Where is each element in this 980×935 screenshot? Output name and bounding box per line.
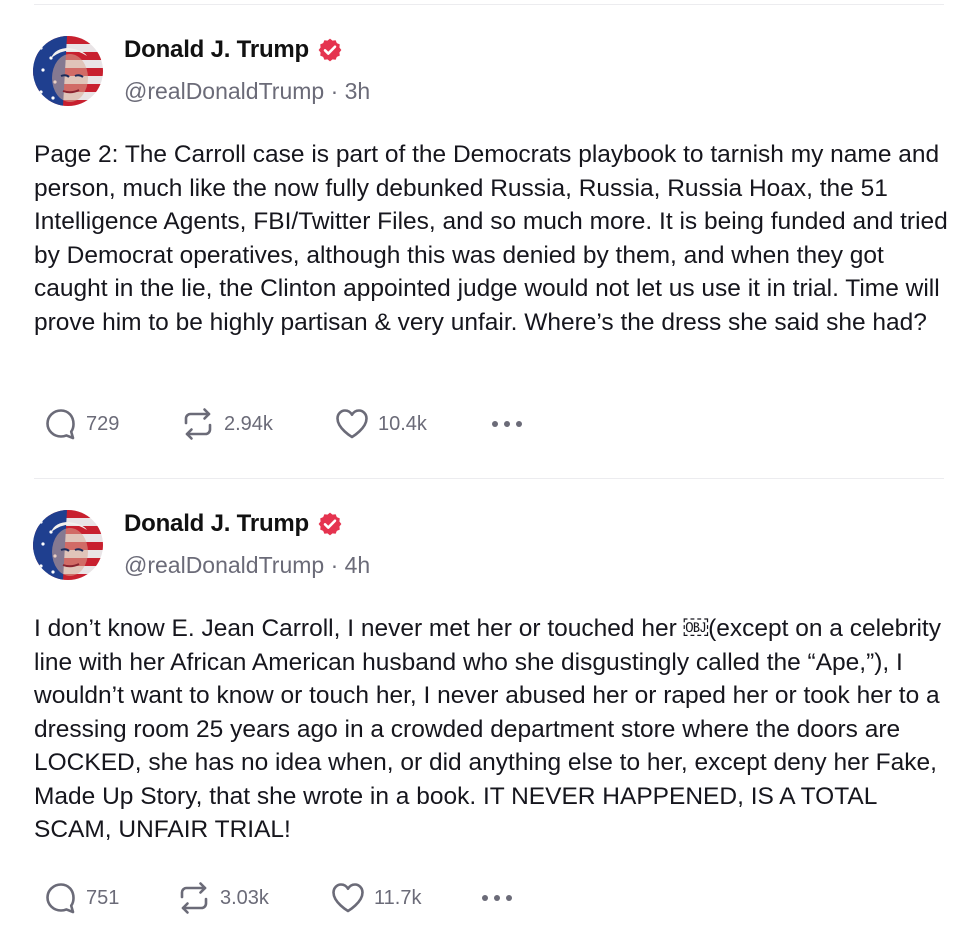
like-button[interactable]: 11.7k: [330, 880, 421, 916]
reply-icon: [46, 883, 75, 914]
repost-icon: [184, 408, 212, 440]
post-feed: Donald J. Trump @realDonaldTrump · 3h Pa…: [0, 0, 980, 935]
author-row: Donald J. Trump: [124, 510, 343, 538]
separator: ·: [330, 78, 339, 104]
post-time[interactable]: 4h: [345, 552, 371, 578]
handle[interactable]: @realDonaldTrump: [124, 552, 324, 578]
avatar[interactable]: [33, 510, 103, 580]
verified-badge-icon: [317, 511, 343, 537]
repost-button[interactable]: 2.94k: [180, 406, 273, 442]
more-options-icon[interactable]: [490, 406, 524, 442]
action-bar: 751 3.03k 11.7k: [44, 880, 644, 916]
like-count: 10.4k: [378, 412, 427, 435]
handle[interactable]: @realDonaldTrump: [124, 78, 324, 104]
heart-icon: [332, 883, 364, 913]
verified-badge-icon: [317, 37, 343, 63]
divider: [34, 478, 944, 479]
display-name[interactable]: Donald J. Trump: [124, 510, 309, 538]
avatar[interactable]: [33, 36, 103, 106]
reply-count: 751: [86, 886, 120, 909]
repost-count: 3.03k: [220, 886, 269, 909]
repost-count: 2.94k: [224, 412, 273, 435]
action-bar: 729 2.94k 10.4k: [44, 406, 644, 442]
post-text: Page 2: The Carroll case is part of the …: [34, 141, 948, 336]
handle-row: @realDonaldTrump · 4h: [124, 552, 370, 579]
like-button[interactable]: 10.4k: [334, 406, 427, 442]
handle-row: @realDonaldTrump · 3h: [124, 78, 370, 105]
heart-icon: [336, 409, 368, 439]
more-options-icon[interactable]: [480, 880, 514, 916]
reply-button[interactable]: 751: [44, 880, 119, 916]
display-name[interactable]: Donald J. Trump: [124, 36, 309, 64]
like-count: 11.7k: [374, 886, 422, 909]
divider: [34, 4, 944, 5]
reply-icon: [46, 409, 75, 440]
post-text: I don’t know E. Jean Carroll, I never me…: [34, 615, 941, 843]
post-time[interactable]: 3h: [345, 78, 371, 104]
separator: ·: [330, 552, 339, 578]
author-row: Donald J. Trump: [124, 36, 343, 64]
reply-button[interactable]: 729: [44, 406, 119, 442]
repost-button[interactable]: 3.03k: [176, 880, 269, 916]
reply-count: 729: [86, 412, 120, 435]
repost-icon: [180, 882, 208, 914]
